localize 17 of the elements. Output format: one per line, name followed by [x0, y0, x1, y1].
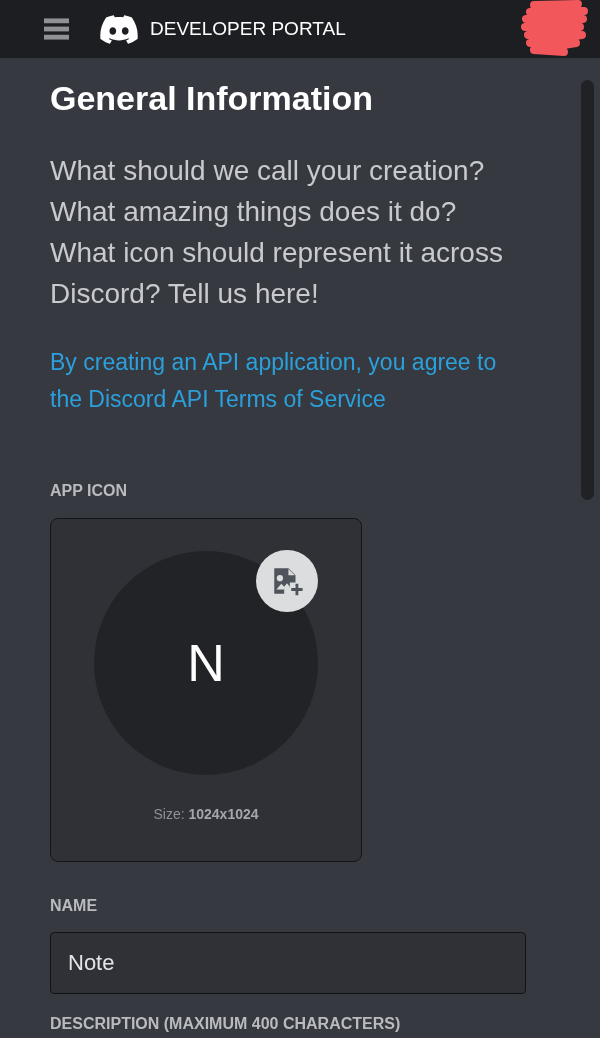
logo-icon [100, 14, 138, 44]
size-hint: Size: 1024x1024 [153, 805, 259, 823]
menu-button[interactable] [44, 18, 69, 40]
name-label: NAME [50, 896, 99, 916]
menu-icon [44, 18, 69, 40]
site-title: DEVELOPER PORTAL [150, 18, 346, 40]
terms-link[interactable]: the Discord API Terms of Service [50, 386, 386, 412]
name-input-field[interactable]: Note [50, 932, 526, 994]
description-label: DESCRIPTION (MAXIMUM 400 CHARACTERS) [50, 1014, 402, 1034]
redaction-scribble [520, 0, 588, 57]
scrollbar-thumb[interactable] [581, 80, 594, 500]
page-title: General Information [50, 78, 375, 118]
app-icon-initial: N [187, 633, 225, 693]
terms-notice: By creating an API application, you agree to the Discord API Terms of Service [50, 348, 498, 414]
app-icon-circle[interactable]: N [94, 551, 318, 775]
app-icon-label: APP ICON [50, 481, 129, 501]
intro-text: What should we call your creation? What amazing things does it do? What icon should represent it across Discord? Tell us here! [50, 154, 504, 311]
